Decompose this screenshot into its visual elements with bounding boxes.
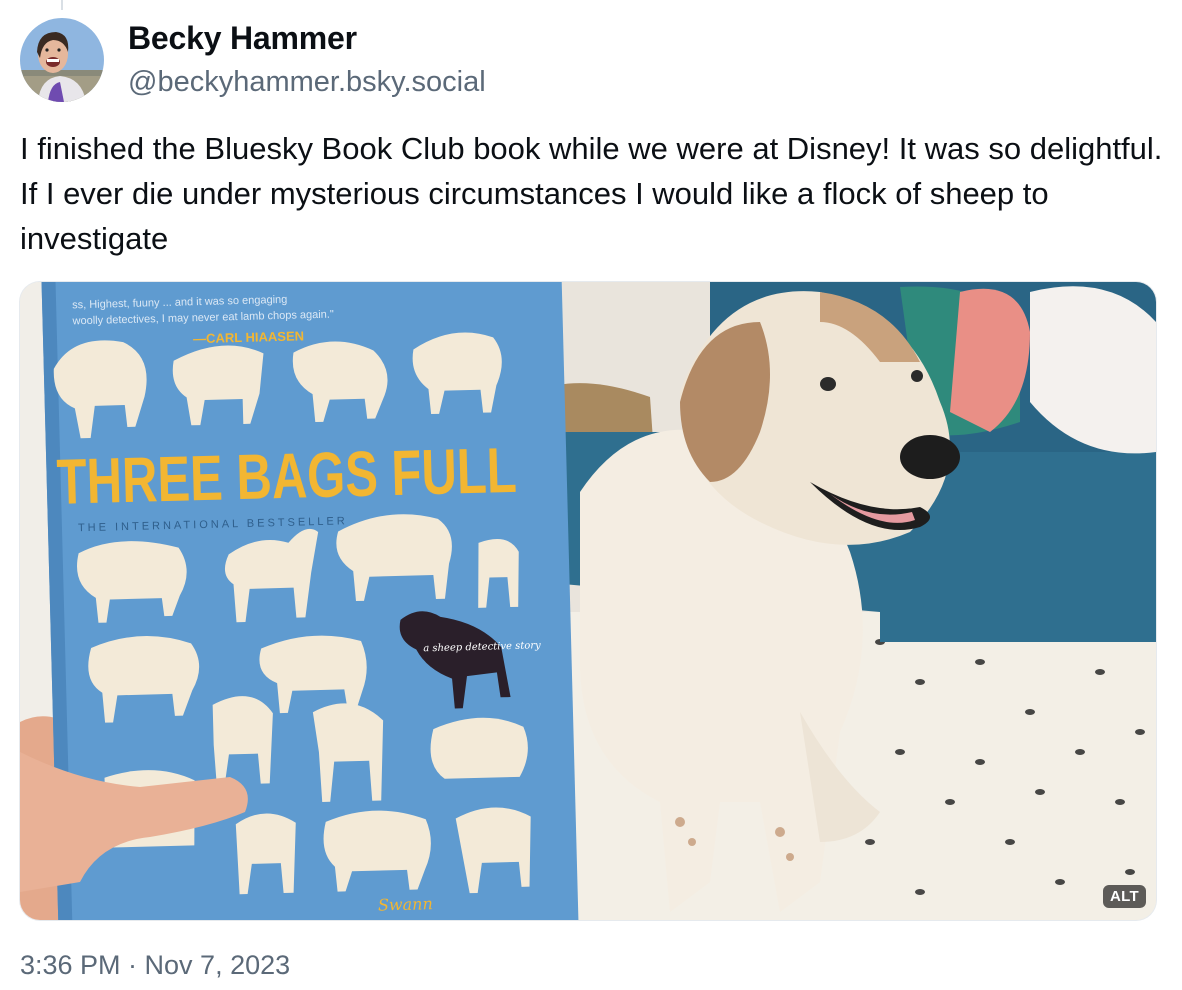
photo-dog-and-book: ss, Highest, fuuny ... and it was so eng… — [20, 282, 1156, 920]
alt-text-badge[interactable]: ALT — [1103, 885, 1146, 908]
book-attribution: —CARL HIAASEN — [193, 328, 304, 346]
book-title: THREE BAGS FULL — [56, 434, 518, 518]
post-image[interactable]: ss, Highest, fuuny ... and it was so eng… — [20, 282, 1156, 920]
post-timestamp[interactable]: 3:36 PM · Nov 7, 2023 — [20, 950, 290, 981]
thread-connector-line — [61, 0, 63, 10]
author-display-name[interactable]: Becky Hammer — [128, 20, 357, 57]
post-text: I finished the Bluesky Book Club book wh… — [20, 131, 1163, 256]
author-handle[interactable]: @beckyhammer.bsky.social — [128, 66, 486, 99]
author-avatar[interactable] — [20, 18, 104, 102]
book-author-fragment: Swann — [378, 894, 433, 914]
